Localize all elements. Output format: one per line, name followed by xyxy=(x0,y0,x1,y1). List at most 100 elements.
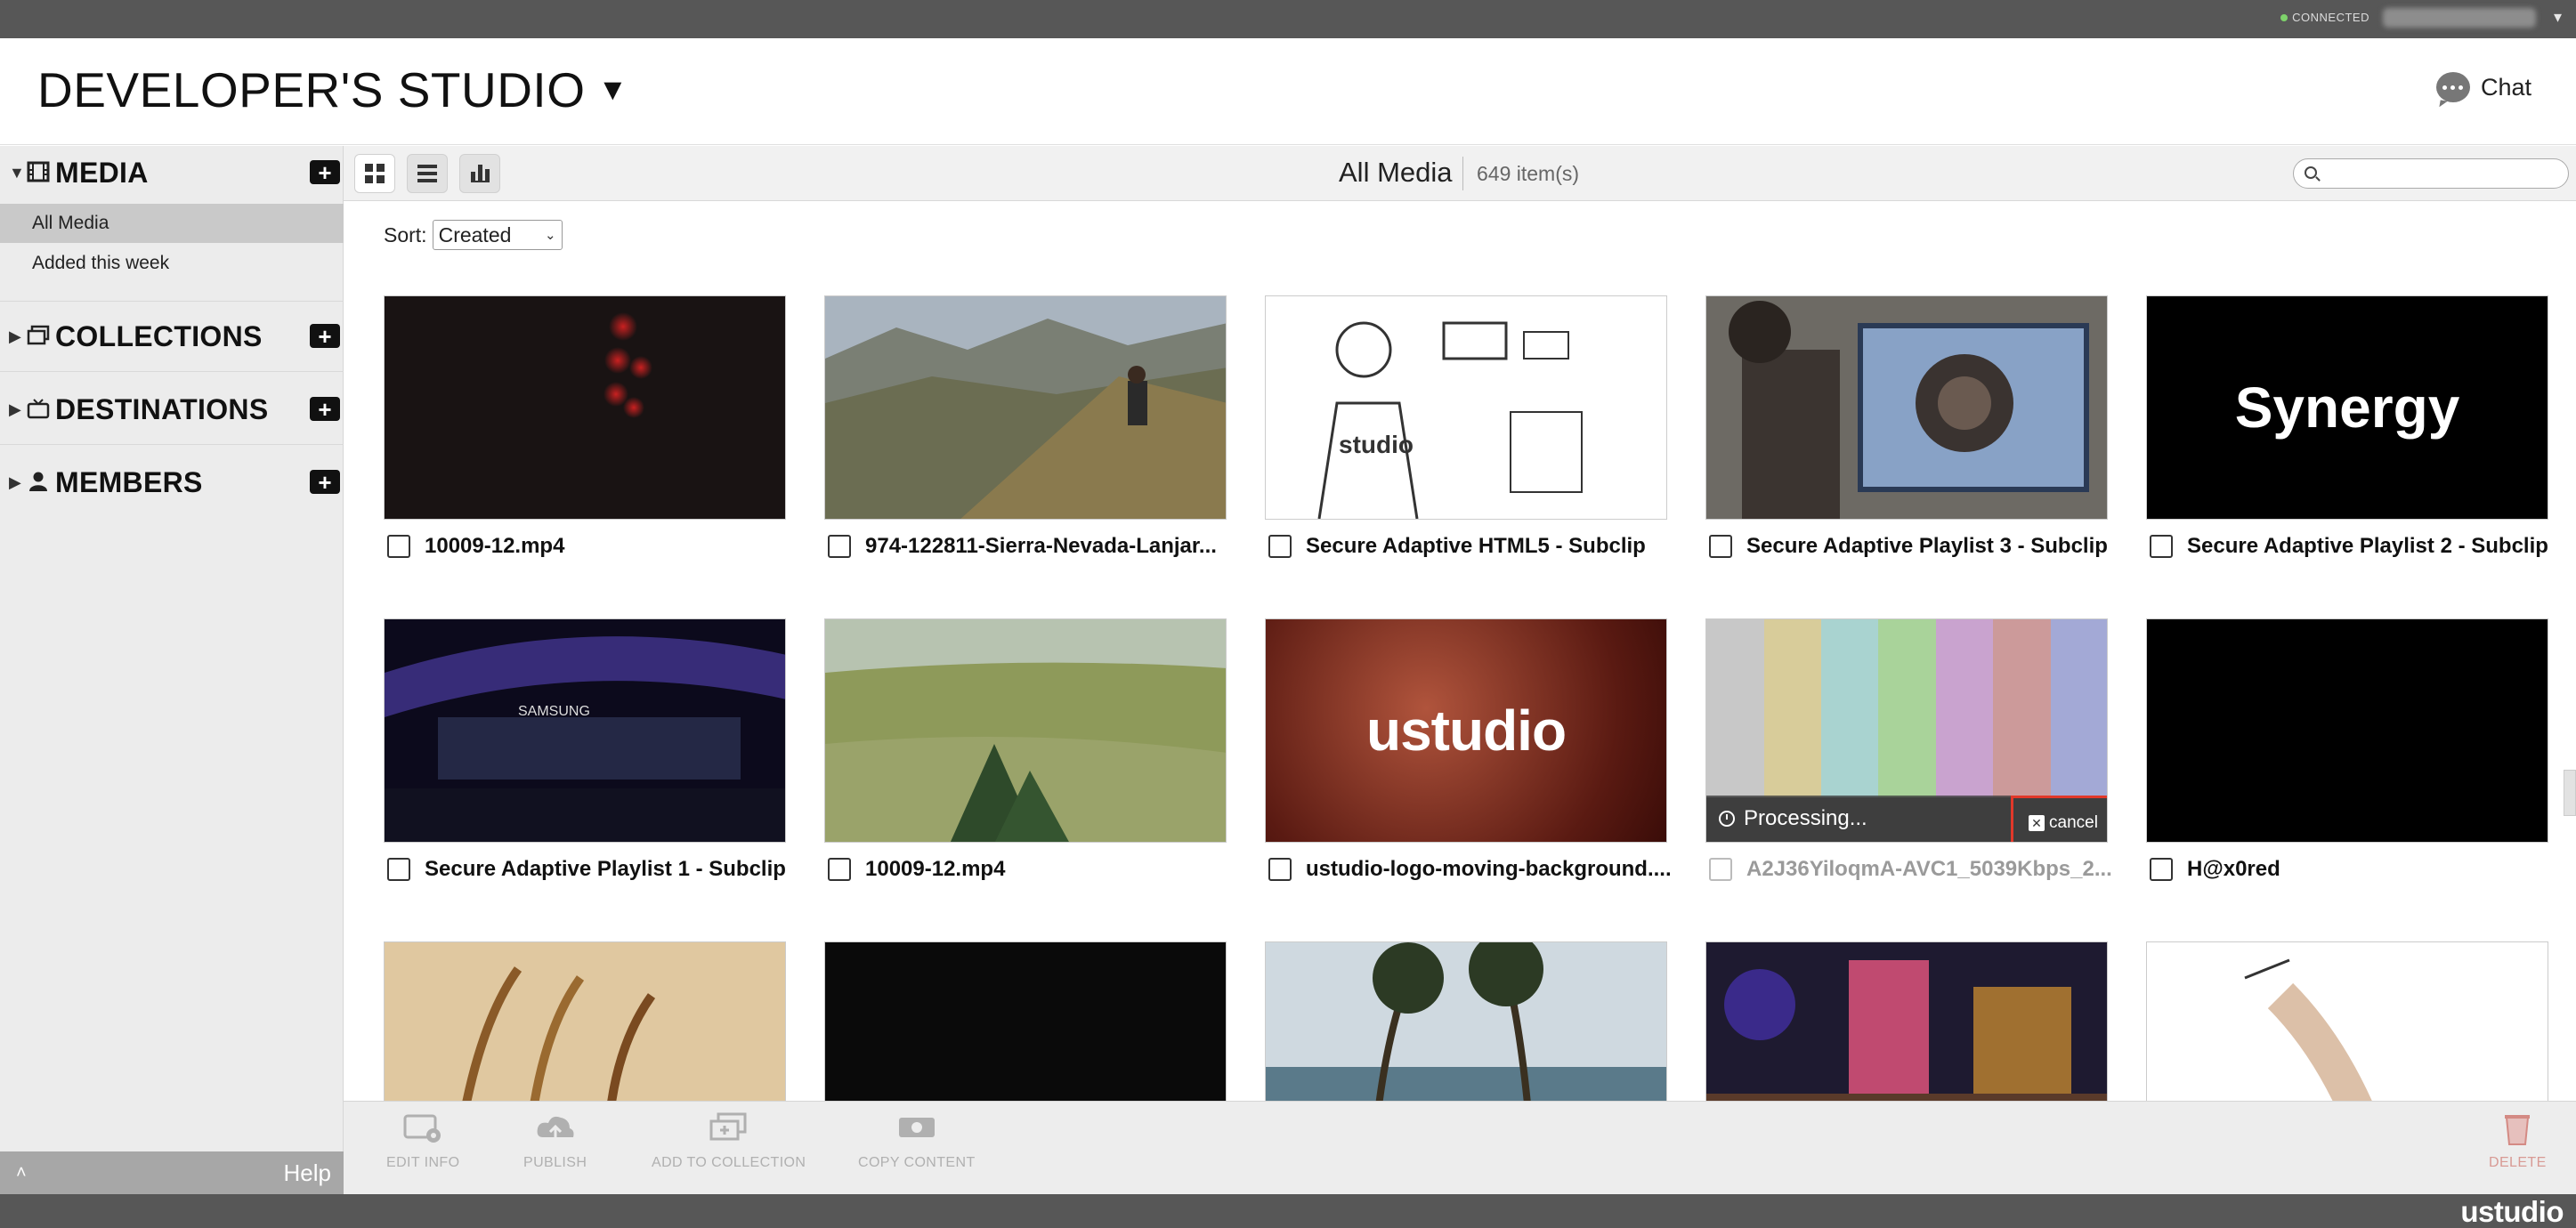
divider xyxy=(1462,157,1463,190)
media-caption: ustudio-logo-moving-background.... xyxy=(1268,857,1672,882)
connection-status: CONNECTED xyxy=(2280,11,2369,24)
caret-down-icon: ▼ xyxy=(597,72,628,107)
media-title[interactable]: 10009-12.mp4 xyxy=(865,857,1005,882)
delete-button[interactable]: DELETE xyxy=(2489,1112,2547,1171)
sidebar-item-all-media[interactable]: All Media xyxy=(0,204,344,243)
media-caption: 974-122811-Sierra-Nevada-Lanjar... xyxy=(828,534,1227,559)
media-thumbnail[interactable] xyxy=(1705,295,2108,520)
media-title[interactable]: ustudio-logo-moving-background.... xyxy=(1306,857,1672,882)
search-input[interactable] xyxy=(2293,158,2569,189)
media-thumbnail[interactable] xyxy=(824,295,1227,520)
sidebar-footer: ˄ Help xyxy=(0,1151,344,1194)
add-collection-icon xyxy=(708,1112,750,1143)
sidebar-section-members[interactable]: ▶ MEMBERS + xyxy=(0,465,344,500)
media-caption: Secure Adaptive Playlist 3 - Subclip xyxy=(1709,534,2108,559)
chat-label: Chat xyxy=(2480,73,2531,101)
media-title[interactable]: Secure Adaptive HTML5 - Subclip xyxy=(1306,534,1646,559)
media-thumbnail[interactable]: SAMSUNG xyxy=(384,618,786,843)
edit-info-button[interactable]: EDIT INFO xyxy=(386,1112,459,1171)
sidebar-section-destinations[interactable]: ▶ DESTINATIONS + xyxy=(0,392,344,427)
user-menu[interactable] xyxy=(2383,8,2536,28)
add-destination-button[interactable]: + xyxy=(310,397,340,421)
search-icon xyxy=(2305,166,2317,179)
media-thumbnail[interactable]: ustudio xyxy=(1265,618,1667,843)
chevron-down-icon[interactable]: ▾ xyxy=(2554,8,2562,27)
svg-text:studio: studio xyxy=(1339,431,1414,458)
add-member-button[interactable]: + xyxy=(310,470,340,494)
analytics-view-button[interactable] xyxy=(459,154,500,193)
sidebar-destinations-label: DESTINATIONS xyxy=(55,392,269,425)
footer-bar: ustudio xyxy=(0,1194,2576,1228)
chat-button[interactable]: Chat xyxy=(2435,72,2531,102)
grid-view-button[interactable] xyxy=(354,154,395,193)
media-title[interactable]: 10009-12.mp4 xyxy=(425,534,564,559)
media-thumbnail[interactable] xyxy=(384,295,786,520)
collapse-up-icon[interactable]: ˄ xyxy=(16,1163,27,1184)
select-checkbox[interactable] xyxy=(387,858,410,881)
media-title[interactable]: A2J36YiloqmA-AVC1_5039Kbps_2... xyxy=(1746,857,2112,882)
sidebar-item-label: Added this week xyxy=(32,253,170,273)
add-media-button[interactable]: + xyxy=(310,160,340,184)
media-caption: 10009-12.mp4 xyxy=(828,857,1227,882)
media-title[interactable]: H@x0red xyxy=(2187,857,2280,882)
media-thumbnail[interactable]: Processing... ✕ cancel xyxy=(1705,618,2108,843)
media-thumbnail[interactable] xyxy=(824,941,1227,1101)
media-title[interactable]: Secure Adaptive Playlist 2 - Subclip xyxy=(2187,534,2548,559)
collapsed-triangle-icon: ▶ xyxy=(9,400,21,418)
media-thumbnail[interactable]: Synergy xyxy=(2146,295,2548,520)
media-thumbnail[interactable]: studio xyxy=(1265,295,1667,520)
top-status-bar: CONNECTED ▾ xyxy=(0,0,2576,38)
sort-select[interactable]: Created ⌄ xyxy=(432,220,563,250)
publish-button[interactable]: PUBLISH xyxy=(523,1112,587,1171)
media-thumbnail[interactable] xyxy=(1705,941,2108,1101)
media-caption: Secure Adaptive HTML5 - Subclip xyxy=(1268,534,1667,559)
media-title[interactable]: Secure Adaptive Playlist 3 - Subclip xyxy=(1746,534,2108,559)
add-collection-button[interactable]: + xyxy=(310,324,340,348)
thumbnail-text: ustudio xyxy=(1365,699,1567,763)
clock-icon xyxy=(1719,811,1735,827)
select-checkbox[interactable] xyxy=(828,535,851,558)
person-icon xyxy=(27,471,52,494)
media-thumbnail[interactable] xyxy=(2146,618,2548,843)
collapsed-triangle-icon: ▶ xyxy=(9,327,21,345)
select-checkbox[interactable] xyxy=(1268,535,1292,558)
media-thumbnail[interactable] xyxy=(2146,941,2548,1101)
select-checkbox[interactable] xyxy=(1709,535,1732,558)
select-checkbox[interactable] xyxy=(1268,858,1292,881)
media-thumbnail[interactable] xyxy=(824,618,1227,843)
select-checkbox[interactable] xyxy=(387,535,410,558)
media-title[interactable]: 974-122811-Sierra-Nevada-Lanjar... xyxy=(865,534,1217,559)
sort-control: Sort: Created ⌄ xyxy=(384,220,563,250)
chat-bubble-icon xyxy=(2435,72,2470,102)
add-to-collection-button[interactable]: ADD TO COLLECTION xyxy=(652,1112,806,1171)
sidebar-section-collections[interactable]: ▶ COLLECTIONS + xyxy=(0,319,344,354)
cancel-processing-button[interactable]: ✕ cancel xyxy=(2029,813,2098,833)
close-icon: ✕ xyxy=(2029,815,2045,831)
select-checkbox[interactable] xyxy=(2150,858,2173,881)
cloud-upload-icon xyxy=(534,1112,577,1143)
sort-value: Created xyxy=(438,222,512,246)
media-caption: Secure Adaptive Playlist 1 - Subclip xyxy=(387,857,786,882)
studio-switcher[interactable]: DEVELOPER'S STUDIO ▼ xyxy=(37,61,628,118)
media-caption: 10009-12.mp4 xyxy=(387,534,786,559)
copy-content-button[interactable]: COPY CONTENT xyxy=(858,1112,976,1171)
list-view-button[interactable] xyxy=(407,154,448,193)
media-thumbnail[interactable] xyxy=(1265,941,1667,1101)
cancel-label: cancel xyxy=(2049,813,2098,832)
media-title[interactable]: Secure Adaptive Playlist 1 - Subclip xyxy=(425,857,786,882)
sidebar-item-added-this-week[interactable]: Added this week xyxy=(0,244,344,283)
sidebar-section-media[interactable]: ▼ MEDIA + xyxy=(0,155,344,190)
select-checkbox[interactable] xyxy=(1709,858,1732,881)
select-checkbox[interactable] xyxy=(2150,535,2173,558)
sidebar-members-label: MEMBERS xyxy=(55,465,203,498)
scrollbar-thumb[interactable] xyxy=(2564,770,2576,816)
page-title: All Media xyxy=(1339,157,1453,188)
media-thumbnail[interactable] xyxy=(384,941,786,1101)
thumbnail-text: Synergy xyxy=(2234,376,2460,440)
select-checkbox[interactable] xyxy=(828,858,851,881)
publish-label: PUBLISH xyxy=(523,1155,587,1170)
studio-header: DEVELOPER'S STUDIO ▼ Chat xyxy=(0,38,2576,145)
collapsed-triangle-icon: ▶ xyxy=(9,473,21,491)
content-toolbar: All Media 649 item(s) xyxy=(344,146,2576,201)
help-link[interactable]: Help xyxy=(284,1159,331,1187)
